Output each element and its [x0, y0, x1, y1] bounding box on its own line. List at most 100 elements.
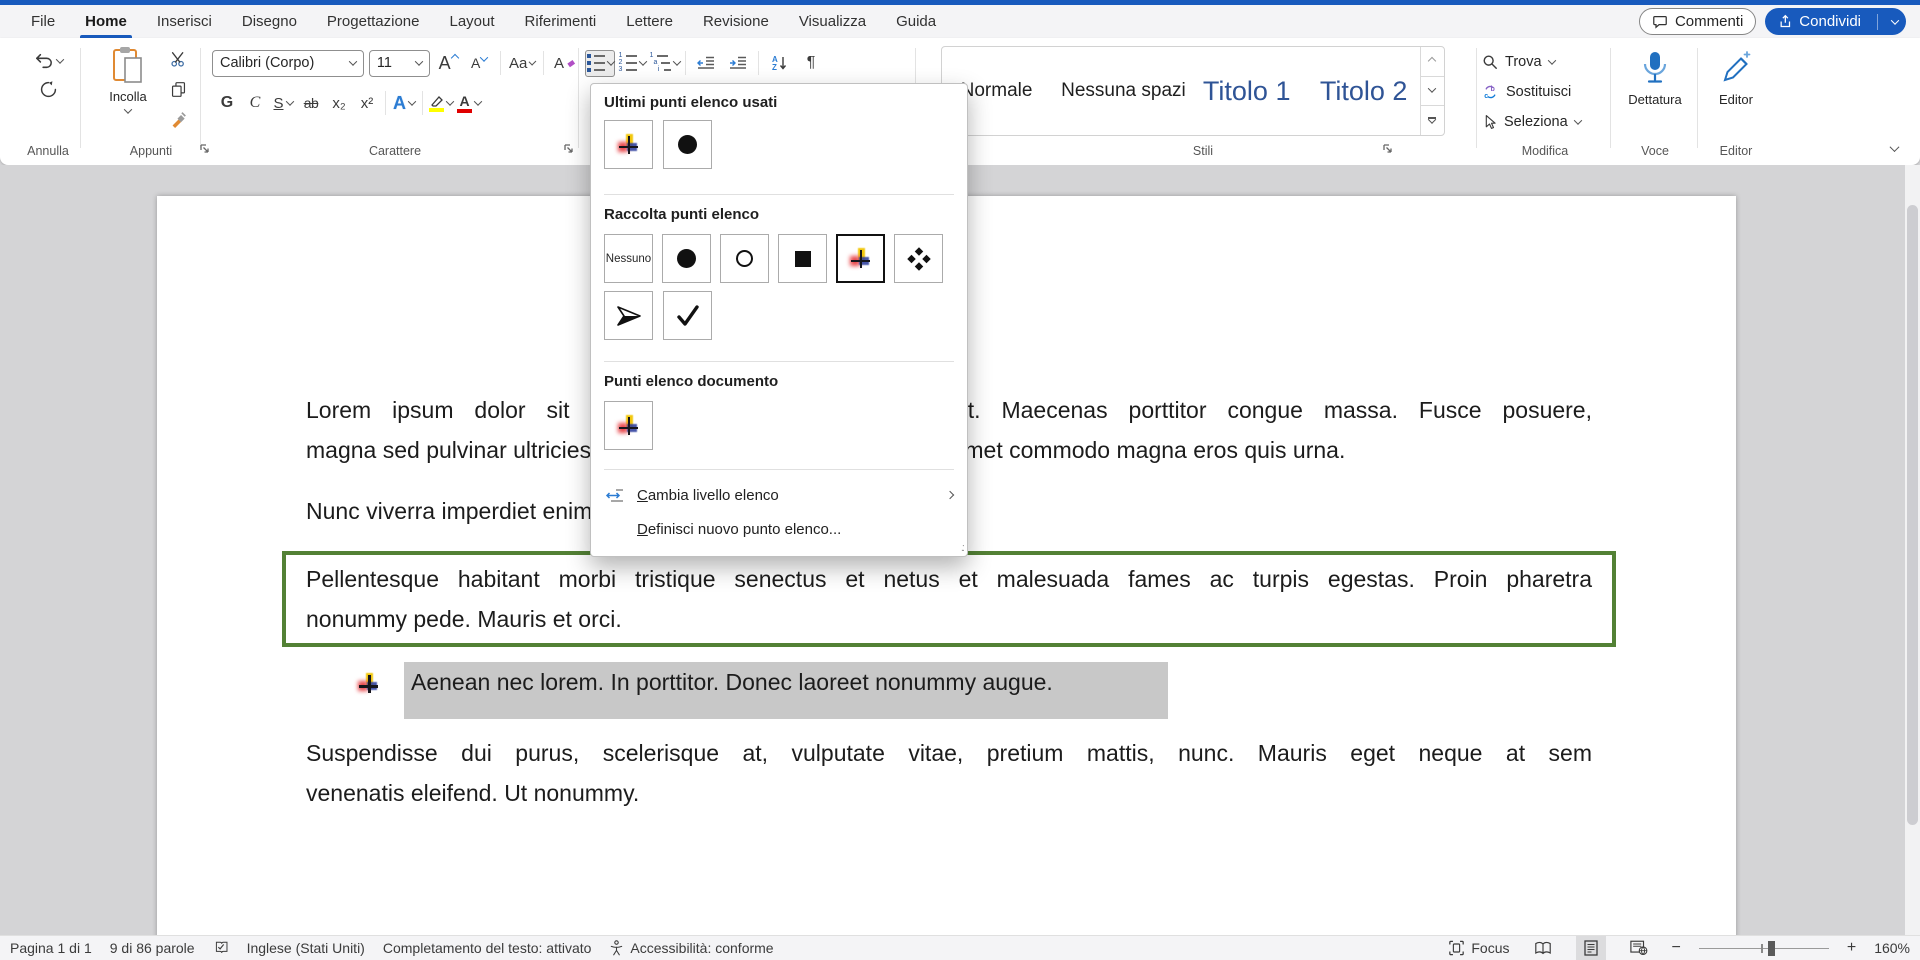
styles-scroll-down-button[interactable] — [1421, 77, 1444, 107]
chevron-down-icon[interactable] — [1891, 16, 1899, 24]
scrollbar-thumb[interactable] — [1907, 205, 1918, 825]
paste-button[interactable]: Incolla — [100, 46, 156, 138]
text-prediction-indicator[interactable]: Completamento del testo: attivato — [383, 940, 592, 956]
font-dialog-launcher[interactable] — [562, 142, 576, 156]
zoom-in-button[interactable]: + — [1847, 939, 1856, 957]
language-indicator[interactable]: Inglese (Stati Uniti) — [247, 940, 365, 956]
page-number-indicator[interactable]: Pagina 1 di 1 — [10, 940, 92, 956]
increase-indent-button[interactable] — [723, 50, 753, 77]
font-name-combo[interactable]: Calibri (Corpo) — [212, 50, 364, 77]
group-label-stili: Stili — [925, 144, 1481, 158]
highlight-color-button[interactable] — [428, 90, 454, 116]
bullet-option-checkmark[interactable] — [663, 291, 712, 340]
bullets-button[interactable] — [585, 50, 615, 77]
zoom-out-button[interactable]: − — [1672, 939, 1681, 957]
italic-button[interactable]: C — [242, 90, 268, 116]
tab-riferimenti[interactable]: Riferimenti — [510, 5, 612, 38]
define-new-bullet-item[interactable]: Definisci nuovo punto elenco... — [591, 512, 967, 546]
tab-lettere[interactable]: Lettere — [611, 5, 688, 38]
bullet-option-none[interactable]: Nessuno — [604, 234, 653, 283]
tab-inserisci[interactable]: Inserisci — [142, 5, 227, 38]
bullet-option-filled-circle[interactable] — [663, 120, 712, 169]
tab-layout[interactable]: Layout — [435, 5, 510, 38]
tab-file[interactable]: File — [16, 5, 70, 38]
accessibility-indicator[interactable]: Accessibilità: conforme — [609, 940, 773, 956]
zoom-level-indicator[interactable]: 160% — [1874, 940, 1910, 956]
style-titolo-2[interactable]: Titolo 2 — [1308, 47, 1420, 135]
clear-formatting-button[interactable]: A — [552, 50, 578, 76]
bullet-option-custom-image[interactable] — [604, 120, 653, 169]
tab-home[interactable]: Home — [70, 5, 142, 38]
tab-guida[interactable]: Guida — [881, 5, 951, 38]
resize-grip[interactable]: .: — [961, 542, 963, 554]
accel-letter: D — [637, 521, 648, 538]
styles-scroll-up-button[interactable] — [1421, 47, 1444, 77]
chevron-down-icon[interactable] — [606, 57, 614, 65]
find-button[interactable]: Trova — [1482, 48, 1608, 76]
sort-button[interactable]: AZ — [764, 50, 794, 77]
dictate-button[interactable]: Dettatura — [1616, 46, 1694, 107]
tab-progettazione[interactable]: Progettazione — [312, 5, 435, 38]
web-layout-button[interactable] — [1624, 936, 1654, 960]
bullet-option-four-diamonds[interactable] — [894, 234, 943, 283]
font-size-combo[interactable]: 11 — [369, 50, 430, 77]
bullet-option-arrow[interactable] — [604, 291, 653, 340]
bullet-option-filled-circle[interactable] — [662, 234, 711, 283]
zoom-slider[interactable] — [1699, 936, 1829, 960]
clipboard-dialog-launcher[interactable] — [198, 142, 212, 156]
copy-button[interactable] — [164, 76, 192, 102]
decrease-indent-button[interactable] — [691, 50, 721, 77]
zoom-slider-thumb[interactable] — [1768, 941, 1775, 956]
format-painter-button[interactable] — [164, 106, 192, 132]
chevron-down-icon — [349, 57, 357, 65]
collapse-ribbon-button[interactable] — [1891, 139, 1898, 157]
tab-revisione[interactable]: Revisione — [688, 5, 784, 38]
style-titolo-1[interactable]: Titolo 1 — [1186, 47, 1308, 135]
shrink-font-button[interactable]: A — [466, 50, 492, 76]
print-layout-button[interactable] — [1576, 936, 1606, 960]
select-button[interactable]: Seleziona — [1482, 108, 1608, 136]
replace-label: Sostituisci — [1506, 84, 1571, 100]
redo-button[interactable] — [25, 76, 71, 102]
text-line: nonummy pede. Mauris et orci. — [306, 599, 1592, 639]
comments-button[interactable]: Commenti — [1639, 8, 1756, 35]
font-color-button[interactable]: A — [456, 90, 482, 116]
styles-dialog-launcher[interactable] — [1381, 142, 1395, 156]
font-size-value: 11 — [377, 55, 392, 71]
change-case-button[interactable]: Aa — [509, 50, 535, 76]
bullet-option-open-circle[interactable] — [720, 234, 769, 283]
word-count-indicator[interactable]: 9 di 86 parole — [110, 940, 195, 956]
styles-more-button[interactable] — [1421, 106, 1444, 135]
focus-mode-button[interactable]: Focus — [1448, 940, 1509, 956]
underline-button[interactable]: S — [270, 90, 296, 116]
read-mode-button[interactable] — [1528, 936, 1558, 960]
editor-pen-icon — [1719, 50, 1753, 86]
share-button[interactable]: Condividi — [1765, 8, 1906, 35]
bold-button[interactable]: G — [214, 90, 240, 116]
group-label-carattere: Carattere — [212, 144, 578, 158]
editor-button[interactable]: Editor — [1700, 46, 1772, 107]
change-list-level-item[interactable]: Cambia livello elenco — [591, 478, 967, 512]
tab-visualizza[interactable]: Visualizza — [784, 5, 881, 38]
find-label: Trova — [1505, 54, 1542, 70]
strikethrough-button[interactable]: ab — [298, 90, 324, 116]
cut-button[interactable] — [164, 46, 192, 72]
bullet-option-custom-image-selected[interactable] — [836, 234, 885, 283]
chevron-down-icon — [639, 57, 647, 65]
bullet-option-filled-square[interactable] — [778, 234, 827, 283]
bullet-option-custom-image[interactable] — [604, 401, 653, 450]
numbering-button[interactable]: 1 2 3 — [617, 50, 647, 77]
multilevel-list-button[interactable]: 1 a i — [649, 50, 680, 77]
subscript-button[interactable]: x₂ — [326, 90, 352, 116]
vertical-scrollbar[interactable] — [1905, 165, 1920, 935]
style-nessuna-spaziatura[interactable]: Nessuna spaziatura — [1051, 47, 1186, 135]
tab-disegno[interactable]: Disegno — [227, 5, 312, 38]
grow-font-button[interactable]: A — [435, 50, 461, 76]
replace-button[interactable]: bc Sostituisci — [1482, 78, 1608, 106]
proofing-status-button[interactable] — [213, 940, 229, 956]
group-clipboard: Incolla Appunti — [88, 46, 214, 158]
superscript-button[interactable]: x² — [354, 90, 380, 116]
text-effects-button[interactable]: A — [391, 90, 417, 116]
undo-button[interactable] — [25, 48, 71, 74]
show-formatting-marks-button[interactable]: ¶ — [796, 50, 826, 77]
